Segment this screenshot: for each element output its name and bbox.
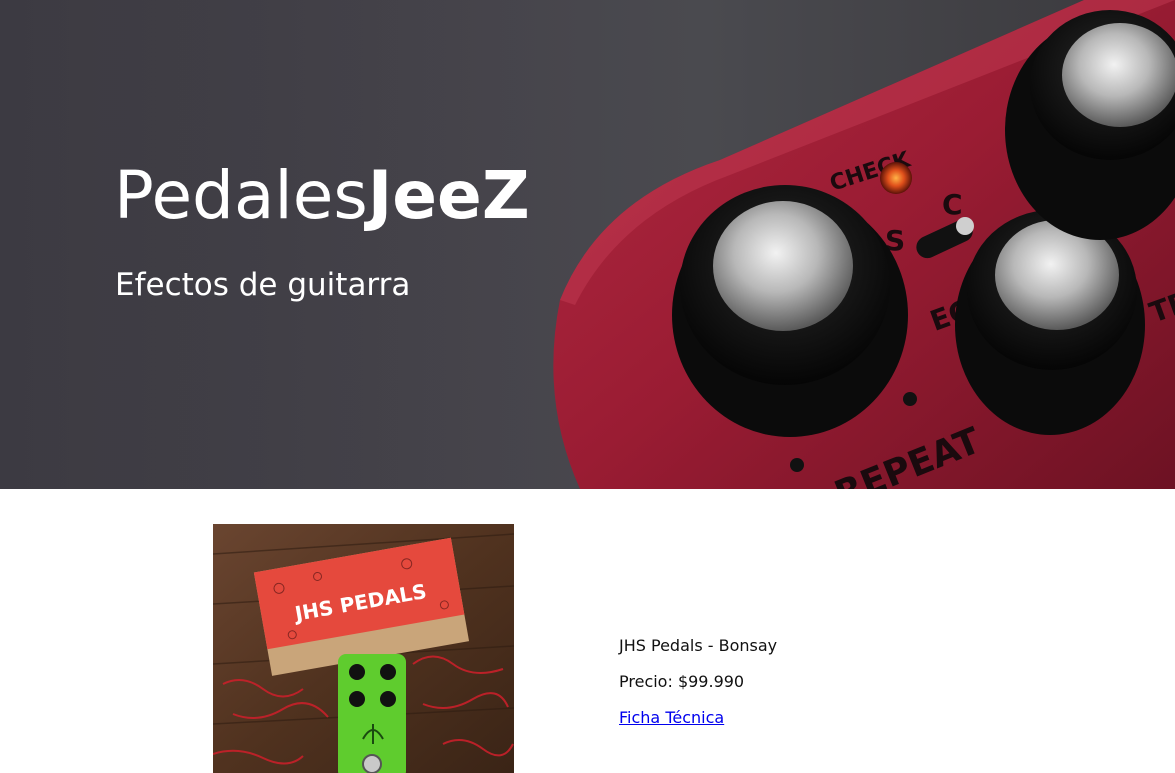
knob-icon bbox=[1062, 23, 1175, 127]
datasheet-link[interactable]: Ficha Técnica bbox=[619, 708, 724, 727]
knob-icon bbox=[713, 201, 853, 331]
site-title-regular: Pedales bbox=[114, 157, 368, 234]
led-icon bbox=[880, 162, 912, 194]
hero-banner: CHECK S C EC REPEAT TR PedalesJeeZ Efect… bbox=[0, 0, 1175, 489]
product-price: Precio: $99.990 bbox=[619, 672, 745, 691]
product-info: JHS Pedals - Bonsay Precio: $99.990 Fich… bbox=[619, 634, 777, 742]
site-title: PedalesJeeZ bbox=[114, 156, 530, 236]
site-subtitle: Efectos de guitarra bbox=[115, 267, 411, 303]
site-title-bold: JeeZ bbox=[367, 157, 530, 234]
product-image: JHS PEDALS bbox=[213, 524, 514, 773]
hero-pedal-image: CHECK S C EC REPEAT TR bbox=[0, 0, 1175, 489]
pedal-c-label: C bbox=[942, 188, 963, 221]
product-photo: JHS PEDALS bbox=[213, 524, 514, 773]
product-name: JHS Pedals - Bonsay bbox=[619, 636, 778, 655]
product-card: JHS PEDALS JHS Pedals - Bonsay Precio: $… bbox=[0, 524, 1175, 773]
